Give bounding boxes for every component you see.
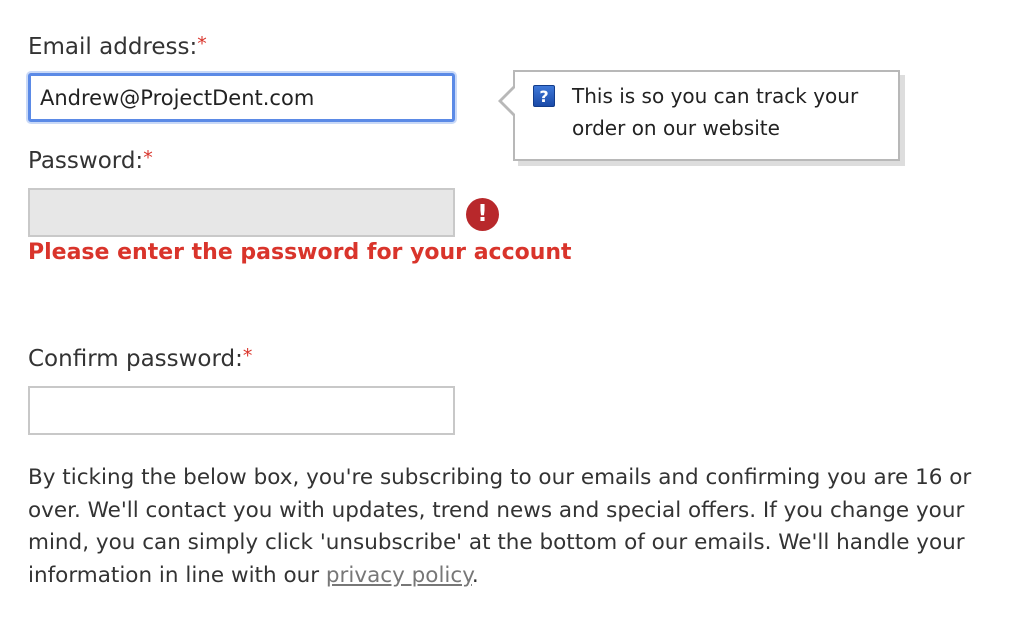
email-label-text: Email address: xyxy=(28,34,198,60)
subscription-consent-text: By ticking the below box, you're subscri… xyxy=(28,462,988,592)
email-label: Email address:* xyxy=(28,33,207,60)
consent-trailing: . xyxy=(471,562,479,588)
privacy-policy-link[interactable]: privacy policy xyxy=(326,563,472,588)
email-tooltip: ? This is so you can track your order on… xyxy=(498,70,900,161)
password-field[interactable] xyxy=(28,188,455,237)
required-marker: * xyxy=(197,33,207,55)
exclamation-icon: ! xyxy=(466,198,499,231)
help-icon: ? xyxy=(533,85,555,107)
password-error-message: Please enter the password for your accou… xyxy=(28,240,572,265)
required-marker: * xyxy=(242,345,253,367)
consent-body: By ticking the below box, you're subscri… xyxy=(28,465,972,588)
required-marker: * xyxy=(143,147,153,169)
password-label-text: Password: xyxy=(28,148,144,174)
password-label: Password:* xyxy=(28,147,153,174)
confirm-password-field[interactable] xyxy=(28,386,455,435)
confirm-password-label-text: Confirm password: xyxy=(28,346,243,372)
confirm-password-label: Confirm password:* xyxy=(28,345,253,372)
tooltip-arrow-fill xyxy=(502,88,515,114)
tooltip-text: This is so you can track your order on o… xyxy=(572,84,859,140)
email-field[interactable] xyxy=(28,73,455,122)
